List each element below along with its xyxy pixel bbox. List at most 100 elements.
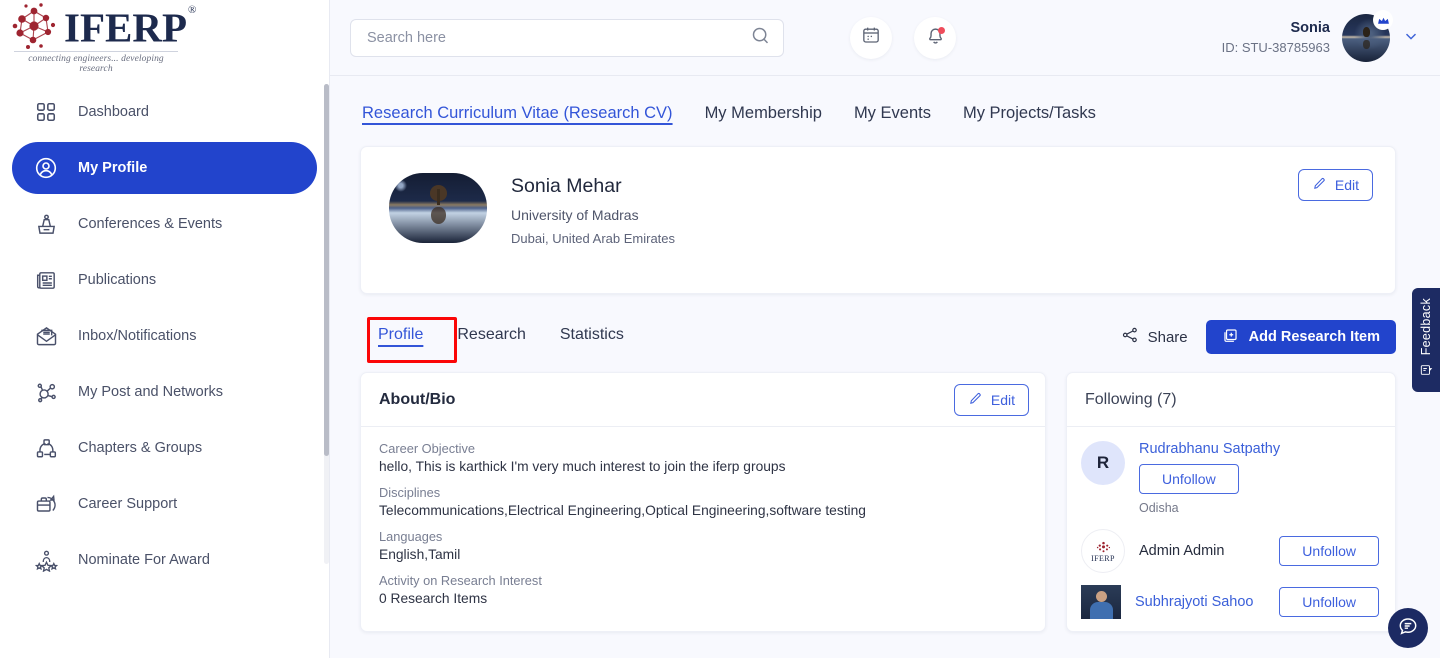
bio-field-label: Disciplines xyxy=(379,485,1027,500)
secondary-tabs-row: Profile Research Statistics Share xyxy=(360,314,1396,360)
registered-mark: ® xyxy=(188,4,196,16)
about-bio-title: About/Bio xyxy=(379,391,455,409)
following-card: Following (7) R Rudrabhanu Satpathy Unfo… xyxy=(1066,372,1396,632)
list-item: Subhrajyoti Sahoo Unfollow xyxy=(1067,579,1395,625)
photo-tree-reflection xyxy=(431,207,446,224)
subtab-research[interactable]: Research xyxy=(457,326,525,349)
feedback-label: Feedback xyxy=(1419,298,1433,355)
profile-details: Sonia Mehar University of Madras Dubai, … xyxy=(511,173,675,254)
sidebar-item-label: Chapters & Groups xyxy=(78,440,202,456)
tab-my-events[interactable]: My Events xyxy=(854,104,931,128)
top-header: Sonia ID: STU-38785963 xyxy=(330,0,1440,76)
bio-field-value: Telecommunications,Electrical Engineerin… xyxy=(379,503,1027,518)
calendar-button[interactable] xyxy=(850,17,892,59)
unfollow-button[interactable]: Unfollow xyxy=(1279,536,1379,566)
edit-about-bio-label: Edit xyxy=(991,392,1015,408)
sidebar-item-label: Inbox/Notifications xyxy=(78,328,196,344)
sidebar-item-nominate-for-award[interactable]: Nominate For Award xyxy=(12,534,317,586)
brand-logo[interactable]: IFERP® connecting engineers... developin… xyxy=(0,0,329,72)
sidebar-item-chapters-groups[interactable]: Chapters & Groups xyxy=(12,422,317,474)
search-bar[interactable] xyxy=(350,19,784,57)
support-chat-button[interactable] xyxy=(1388,608,1428,648)
unfollow-button[interactable]: Unfollow xyxy=(1279,587,1379,617)
feedback-tab[interactable]: Feedback xyxy=(1412,288,1440,392)
share-label: Share xyxy=(1148,329,1188,346)
tab-my-membership[interactable]: My Membership xyxy=(705,104,822,128)
newspaper-icon xyxy=(32,266,60,294)
search-input[interactable] xyxy=(367,30,750,46)
tab-my-projects-tasks[interactable]: My Projects/Tasks xyxy=(963,104,1096,128)
avatar[interactable]: R xyxy=(1081,441,1125,485)
sidebar-item-label: My Profile xyxy=(78,160,147,176)
sidebar-scrollbar-thumb[interactable] xyxy=(324,84,329,456)
following-header: Following (7) xyxy=(1067,373,1395,427)
user-name: Sonia xyxy=(1222,19,1330,39)
chevron-down-icon[interactable] xyxy=(1402,27,1420,49)
sidebar-item-my-post-and-networks[interactable]: My Post and Networks xyxy=(12,366,317,418)
molecule-icon xyxy=(8,2,60,50)
crown-icon xyxy=(1373,10,1393,30)
sidebar-nav: Dashboard My Profile C xyxy=(0,86,329,586)
list-item: R Rudrabhanu Satpathy Unfollow Odisha xyxy=(1067,427,1395,523)
profile-location: Dubai, United Arab Emirates xyxy=(511,231,675,246)
avatar-body-shape xyxy=(1090,602,1113,619)
profile-institution: University of Madras xyxy=(511,207,675,223)
sidebar-item-dashboard[interactable]: Dashboard xyxy=(12,86,317,138)
following-person-name[interactable]: Rudrabhanu Satpathy xyxy=(1139,441,1379,457)
profile-photo[interactable] xyxy=(389,173,487,243)
app-root: IFERP® connecting engineers... developin… xyxy=(0,0,1440,658)
sidebar-item-label: Publications xyxy=(78,272,156,288)
pencil-icon xyxy=(968,391,983,409)
avatar[interactable]: IFERP xyxy=(1081,529,1125,573)
search-icon[interactable] xyxy=(750,25,771,51)
about-bio-header: About/Bio Edit xyxy=(361,373,1045,427)
tab-research-cv[interactable]: Research Curriculum Vitae (Research CV) xyxy=(362,104,673,128)
sidebar-item-label: Career Support xyxy=(78,496,177,512)
sidebar: IFERP® connecting engineers... developin… xyxy=(0,0,330,658)
sidebar-item-inbox-notifications[interactable]: Inbox/Notifications xyxy=(12,310,317,362)
edit-profile-button[interactable]: Edit xyxy=(1298,169,1373,201)
profile-name: Sonia Mehar xyxy=(511,175,675,198)
edit-about-bio-button[interactable]: Edit xyxy=(954,384,1029,416)
add-research-item-button[interactable]: Add Research Item xyxy=(1206,320,1396,354)
content-actions: Share Add Research Item xyxy=(1121,320,1396,354)
edit-profile-label: Edit xyxy=(1335,177,1359,193)
sidebar-item-label: Nominate For Award xyxy=(78,552,210,568)
sidebar-item-my-profile[interactable]: My Profile xyxy=(12,142,317,194)
add-research-item-label: Add Research Item xyxy=(1249,329,1380,345)
profile-summary-card: Sonia Mehar University of Madras Dubai, … xyxy=(360,146,1396,294)
plus-square-icon xyxy=(1222,327,1239,348)
iferp-avatar-label: IFERP xyxy=(1091,554,1115,563)
group-nodes-icon xyxy=(32,434,60,462)
subtab-profile[interactable]: Profile xyxy=(378,326,423,349)
header-icon-group xyxy=(850,17,956,59)
bio-field-label: Activity on Research Interest xyxy=(379,573,1027,588)
following-person-meta: Rudrabhanu Satpathy Unfollow Odisha xyxy=(1139,441,1379,515)
avatar[interactable] xyxy=(1342,14,1390,62)
bio-field-value: English,Tamil xyxy=(379,547,1027,562)
podium-icon xyxy=(32,210,60,238)
bio-field-label: Languages xyxy=(379,529,1027,544)
user-menu[interactable]: Sonia ID: STU-38785963 xyxy=(1222,14,1420,62)
briefcase-icon xyxy=(32,490,60,518)
brand-name: IFERP® xyxy=(64,4,195,49)
avatar[interactable] xyxy=(1081,585,1121,619)
following-person-name[interactable]: Subhrajyoti Sahoo xyxy=(1135,594,1265,610)
user-circle-icon xyxy=(32,154,60,182)
subtab-statistics[interactable]: Statistics xyxy=(560,326,624,349)
avatar-tree-shape xyxy=(1363,27,1370,37)
about-bio-card: About/Bio Edit Career xyxy=(360,372,1046,632)
unfollow-button[interactable]: Unfollow xyxy=(1139,464,1239,494)
notifications-button[interactable] xyxy=(914,17,956,59)
feedback-note-icon xyxy=(1419,363,1433,382)
primary-tabs: Research Curriculum Vitae (Research CV) … xyxy=(360,104,1396,128)
sidebar-item-career-support[interactable]: Career Support xyxy=(12,478,317,530)
molecule-icon xyxy=(1095,540,1112,555)
sidebar-item-publications[interactable]: Publications xyxy=(12,254,317,306)
list-item: IFERP Admin Admin Unfollow xyxy=(1067,523,1395,579)
sidebar-item-conferences-events[interactable]: Conferences & Events xyxy=(12,198,317,250)
following-person-name[interactable]: Admin Admin xyxy=(1139,543,1265,559)
bio-field-label: Career Objective xyxy=(379,441,1027,456)
share-button[interactable]: Share xyxy=(1121,326,1188,348)
user-id: ID: STU-38785963 xyxy=(1222,39,1330,57)
